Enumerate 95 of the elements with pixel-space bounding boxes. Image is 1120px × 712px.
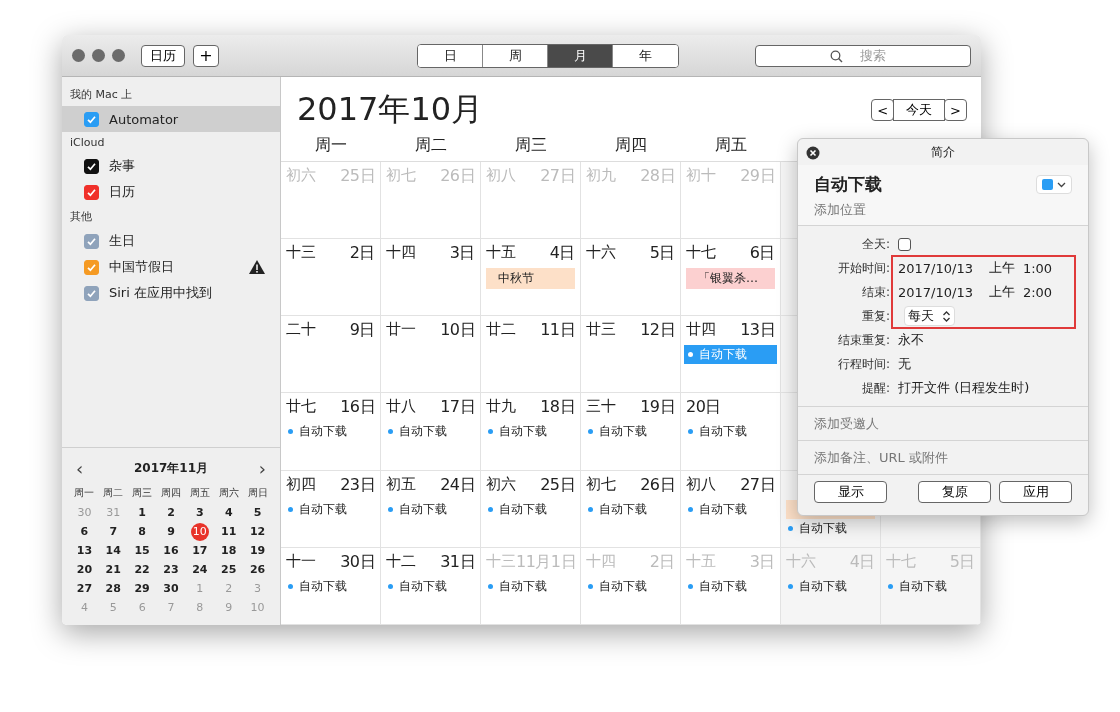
day-number: 30日: [340, 551, 375, 572]
lunar-date: 初七: [386, 166, 416, 186]
lunar-date: 十六: [786, 551, 816, 572]
weekday-label: 周二: [414, 135, 448, 156]
day-number: 4日: [849, 551, 875, 572]
lunar-date: 初五: [386, 474, 416, 495]
weekday-label: 周五: [714, 135, 748, 156]
weekday-label: 周四: [614, 135, 648, 156]
field-label: 行程时间:: [836, 355, 890, 373]
calendar-name: Automator: [109, 111, 180, 127]
day-number: 5日: [649, 243, 675, 264]
field-label: 重复:: [860, 307, 890, 325]
day-number: 17日: [440, 397, 475, 418]
day-number: 25日: [540, 474, 575, 495]
weekday-label: 周六: [217, 486, 240, 500]
day-number: 9日: [349, 320, 375, 341]
day-number: 2日: [349, 243, 375, 264]
lunar-date: 廿八: [386, 397, 416, 418]
day-number: 3日: [749, 551, 775, 572]
day-number: 13日: [740, 320, 775, 341]
day-number: 11日: [540, 320, 575, 341]
weekday-label: 周三: [514, 135, 548, 156]
day-number: 31日: [440, 551, 475, 572]
lunar-date: 廿二: [486, 320, 516, 341]
day-number: 3日: [449, 243, 475, 264]
lunar-date: 廿七: [286, 397, 316, 418]
day-number: 27日: [740, 474, 775, 495]
calendar-name: 日历: [109, 183, 136, 201]
day-number: 29日: [740, 166, 775, 186]
lunar-date: 廿一: [386, 320, 416, 341]
lunar-date: 三十: [586, 397, 616, 418]
lunar-date: 二十: [286, 320, 316, 341]
day-number: 6日: [749, 243, 775, 264]
lunar-date: 初六: [286, 166, 316, 186]
lunar-date: 十六: [586, 243, 616, 264]
day-number: 19日: [640, 397, 675, 418]
calendar-name: 杂事: [109, 157, 136, 175]
group-heading: 其他: [69, 209, 93, 225]
weekday-label: 周日: [246, 486, 269, 500]
day-number: 20日: [686, 397, 721, 418]
weekday-label: 周三: [131, 486, 154, 500]
lunar-date: 初十: [686, 166, 716, 186]
popover-title: 简介: [931, 145, 955, 159]
day-number: 26日: [640, 474, 675, 495]
field-label: 结束重复:: [836, 331, 890, 349]
lunar-date: 十四: [586, 551, 616, 572]
day-number: 26日: [440, 166, 475, 186]
day-number: 5日: [949, 551, 975, 572]
lunar-date: 初六: [486, 474, 516, 495]
day-number: 10日: [440, 320, 475, 341]
day-number: 4日: [549, 243, 575, 264]
day-number: 12日: [640, 320, 675, 341]
day-number: 16日: [340, 397, 375, 418]
lunar-date: 初八: [686, 474, 716, 495]
lunar-date: 廿四: [686, 320, 716, 341]
day-number: 18日: [540, 397, 575, 418]
day-number: 28日: [640, 166, 675, 186]
lunar-date: 十四: [386, 243, 416, 264]
lunar-date: 十七: [886, 551, 916, 572]
day-number: 11月1日: [516, 551, 577, 572]
lunar-date: 初四: [286, 474, 316, 495]
lunar-date: 十三: [486, 551, 516, 572]
weekday-label: 周四: [160, 486, 182, 500]
lunar-date: 十三: [286, 243, 316, 264]
lunar-date: 十五: [686, 551, 716, 572]
weekday-label: 周二: [102, 486, 125, 500]
month-heading: 2017年10月: [297, 89, 484, 130]
weekday-label: 周一: [314, 135, 348, 156]
weekday-label: 周一: [73, 486, 96, 500]
field-label: 提醒:: [860, 379, 890, 397]
lunar-date: 初七: [586, 474, 616, 495]
calendar-name: 生日: [109, 232, 136, 250]
calendar-name: 中国节假日: [109, 258, 175, 276]
event-title: 自动下载: [814, 173, 882, 196]
group-heading: 我的 Mac 上: [69, 87, 134, 103]
lunar-date: 十一: [286, 551, 316, 572]
day-number: 24日: [440, 474, 475, 495]
lunar-date: 十二: [386, 551, 416, 572]
lunar-date: 十七: [686, 243, 716, 264]
day-number: 25日: [340, 166, 375, 186]
field-label: 全天:: [860, 235, 890, 253]
calendar-name: Siri 在应用中找到: [109, 284, 213, 302]
day-number: 27日: [540, 166, 575, 186]
lunar-date: 初九: [586, 166, 616, 186]
lunar-date: 廿三: [586, 320, 616, 341]
field-label: 结束:: [860, 283, 890, 301]
month-title: 2017年11月: [133, 460, 209, 477]
lunar-date: 廿九: [486, 397, 516, 418]
day-number: 23日: [340, 474, 375, 495]
day-number: 2日: [649, 551, 675, 572]
weekday-label: 周五: [188, 486, 211, 500]
lunar-date: 十五: [486, 243, 516, 264]
lunar-date: 初八: [486, 166, 516, 186]
field-label: 开始时间:: [836, 259, 890, 277]
group-heading: iCloud: [69, 135, 106, 151]
